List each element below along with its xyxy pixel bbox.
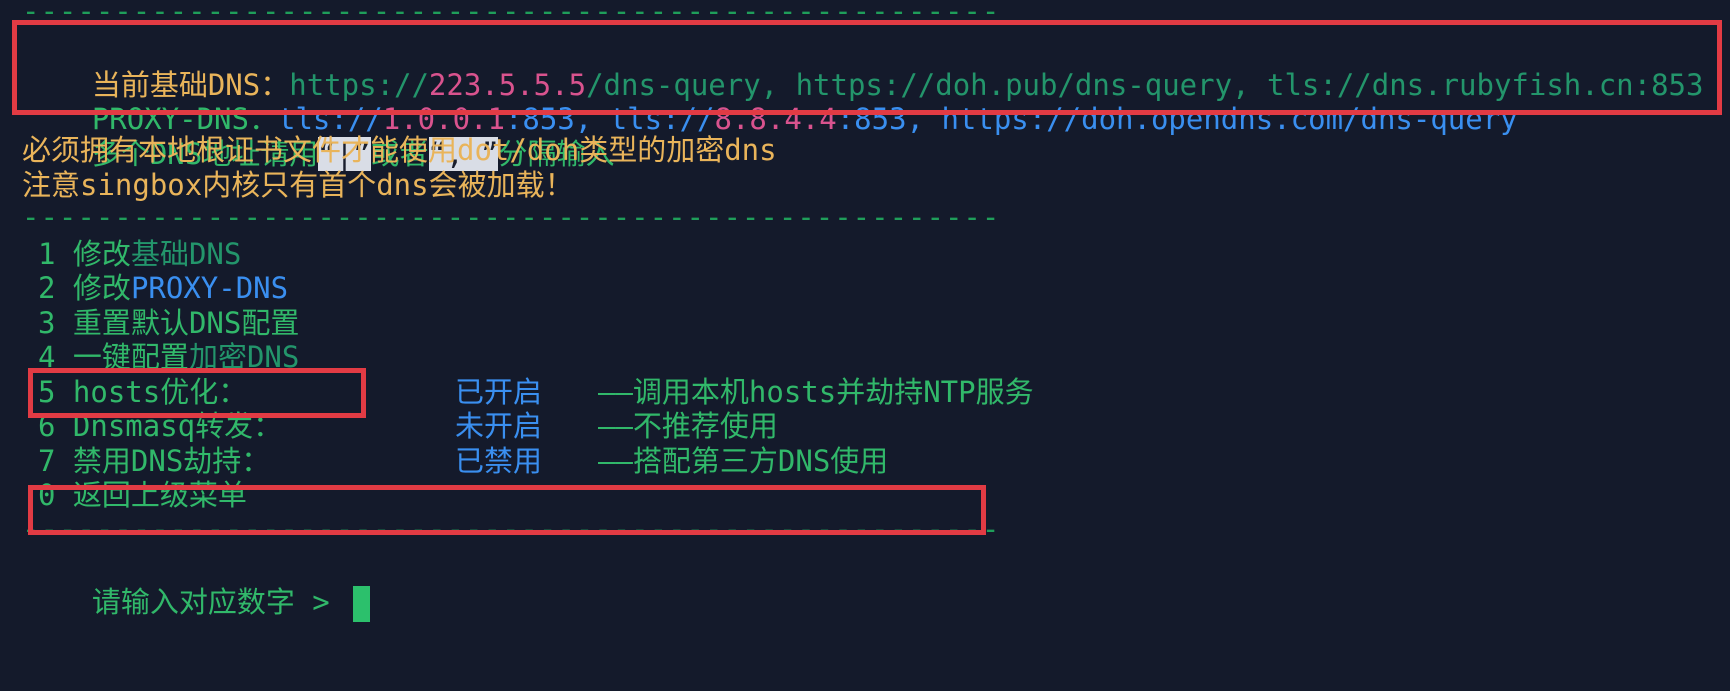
- menu-option-label: Dnsmasq转发：: [72, 409, 283, 443]
- menu-option-number: 2: [38, 271, 73, 305]
- menu-option-number: 4: [38, 340, 73, 374]
- menu-option-description: ——不推荐使用: [598, 409, 778, 443]
- separator-middle: ----------------------------------------…: [22, 200, 1001, 234]
- proxy-dns-line: PROXY-DNS：tls://1.0.0.1:853, tls://8.8.4…: [22, 62, 1518, 136]
- menu-option-label: 返回上级菜单: [72, 478, 247, 512]
- input-prompt-line[interactable]: 请输入对应数字 >: [22, 545, 371, 622]
- menu-option-number: 3: [38, 306, 73, 340]
- menu-option-status: 已禁用: [455, 444, 543, 478]
- menu-option-1[interactable]: 1 修改基础DNS: [0, 235, 1200, 273]
- menu-option-target: 加密DNS: [188, 340, 300, 374]
- menu-option-number: 6: [38, 409, 73, 443]
- menu-option-status: 已开启: [455, 375, 543, 409]
- menu-option-3[interactable]: 3 重置默认DNS配置: [0, 304, 1200, 342]
- menu-option-description: ——搭配第三方DNS使用: [598, 444, 889, 478]
- menu-option-label: 修改: [72, 271, 131, 305]
- menu-option-number: 0: [38, 478, 73, 512]
- menu-option-6[interactable]: 6 Dnsmasq转发： 未开启 ——不推荐使用: [0, 407, 1200, 445]
- menu-option-target: 基础DNS: [130, 237, 242, 271]
- menu-option-0[interactable]: 0 返回上级菜单: [0, 476, 1200, 514]
- text-cursor[interactable]: [353, 586, 371, 622]
- menu-option-status: 未开启: [455, 409, 543, 443]
- terminal-window: ----------------------------------------…: [0, 0, 1730, 691]
- menu-option-number: 1: [38, 237, 73, 271]
- menu-option-4[interactable]: 4 一键配置加密DNS: [0, 338, 1200, 376]
- menu-option-target: PROXY-DNS: [130, 271, 289, 305]
- menu-option-number: 7: [38, 444, 73, 478]
- proxy-dns-part: :853, https://doh.opendns.com/dns-query: [836, 102, 1518, 136]
- separator-top: ----------------------------------------…: [22, 0, 1001, 28]
- menu-option-target: 默认DNS配置: [130, 306, 300, 340]
- note-separator-hint: 多个DNS地址请用“|”或者“, ”分隔输入: [91, 137, 615, 171]
- menu-option-label: hosts优化：: [72, 375, 248, 409]
- prompt-text: 请输入对应数字 >: [91, 585, 348, 619]
- current-dns-line: 当前基础DNS：https://223.5.5.5/dns-query, htt…: [22, 28, 1704, 102]
- menu-option-number: 5: [38, 375, 73, 409]
- menu-option-label: 一键配置: [72, 340, 189, 374]
- menu-option-2[interactable]: 2 修改PROXY-DNS: [0, 269, 1200, 307]
- menu-option-description: ——调用本机hosts并劫持NTP服务: [598, 375, 1034, 409]
- menu-option-label: 修改: [72, 237, 131, 271]
- note-cert-required: 必须拥有本地根证书文件才能使用dot/doh类型的加密dns: [22, 133, 777, 167]
- menu-option-5[interactable]: 5 hosts优化： 已开启 ——调用本机hosts并劫持NTP服务: [0, 373, 1200, 411]
- menu-option-label: 禁用DNS劫持：: [72, 444, 271, 478]
- menu-option-7[interactable]: 7 禁用DNS劫持： 已禁用 ——搭配第三方DNS使用: [0, 442, 1200, 480]
- menu-option-label: 重置: [72, 306, 131, 340]
- separator-bottom: ----------------------------------------…: [22, 512, 1001, 546]
